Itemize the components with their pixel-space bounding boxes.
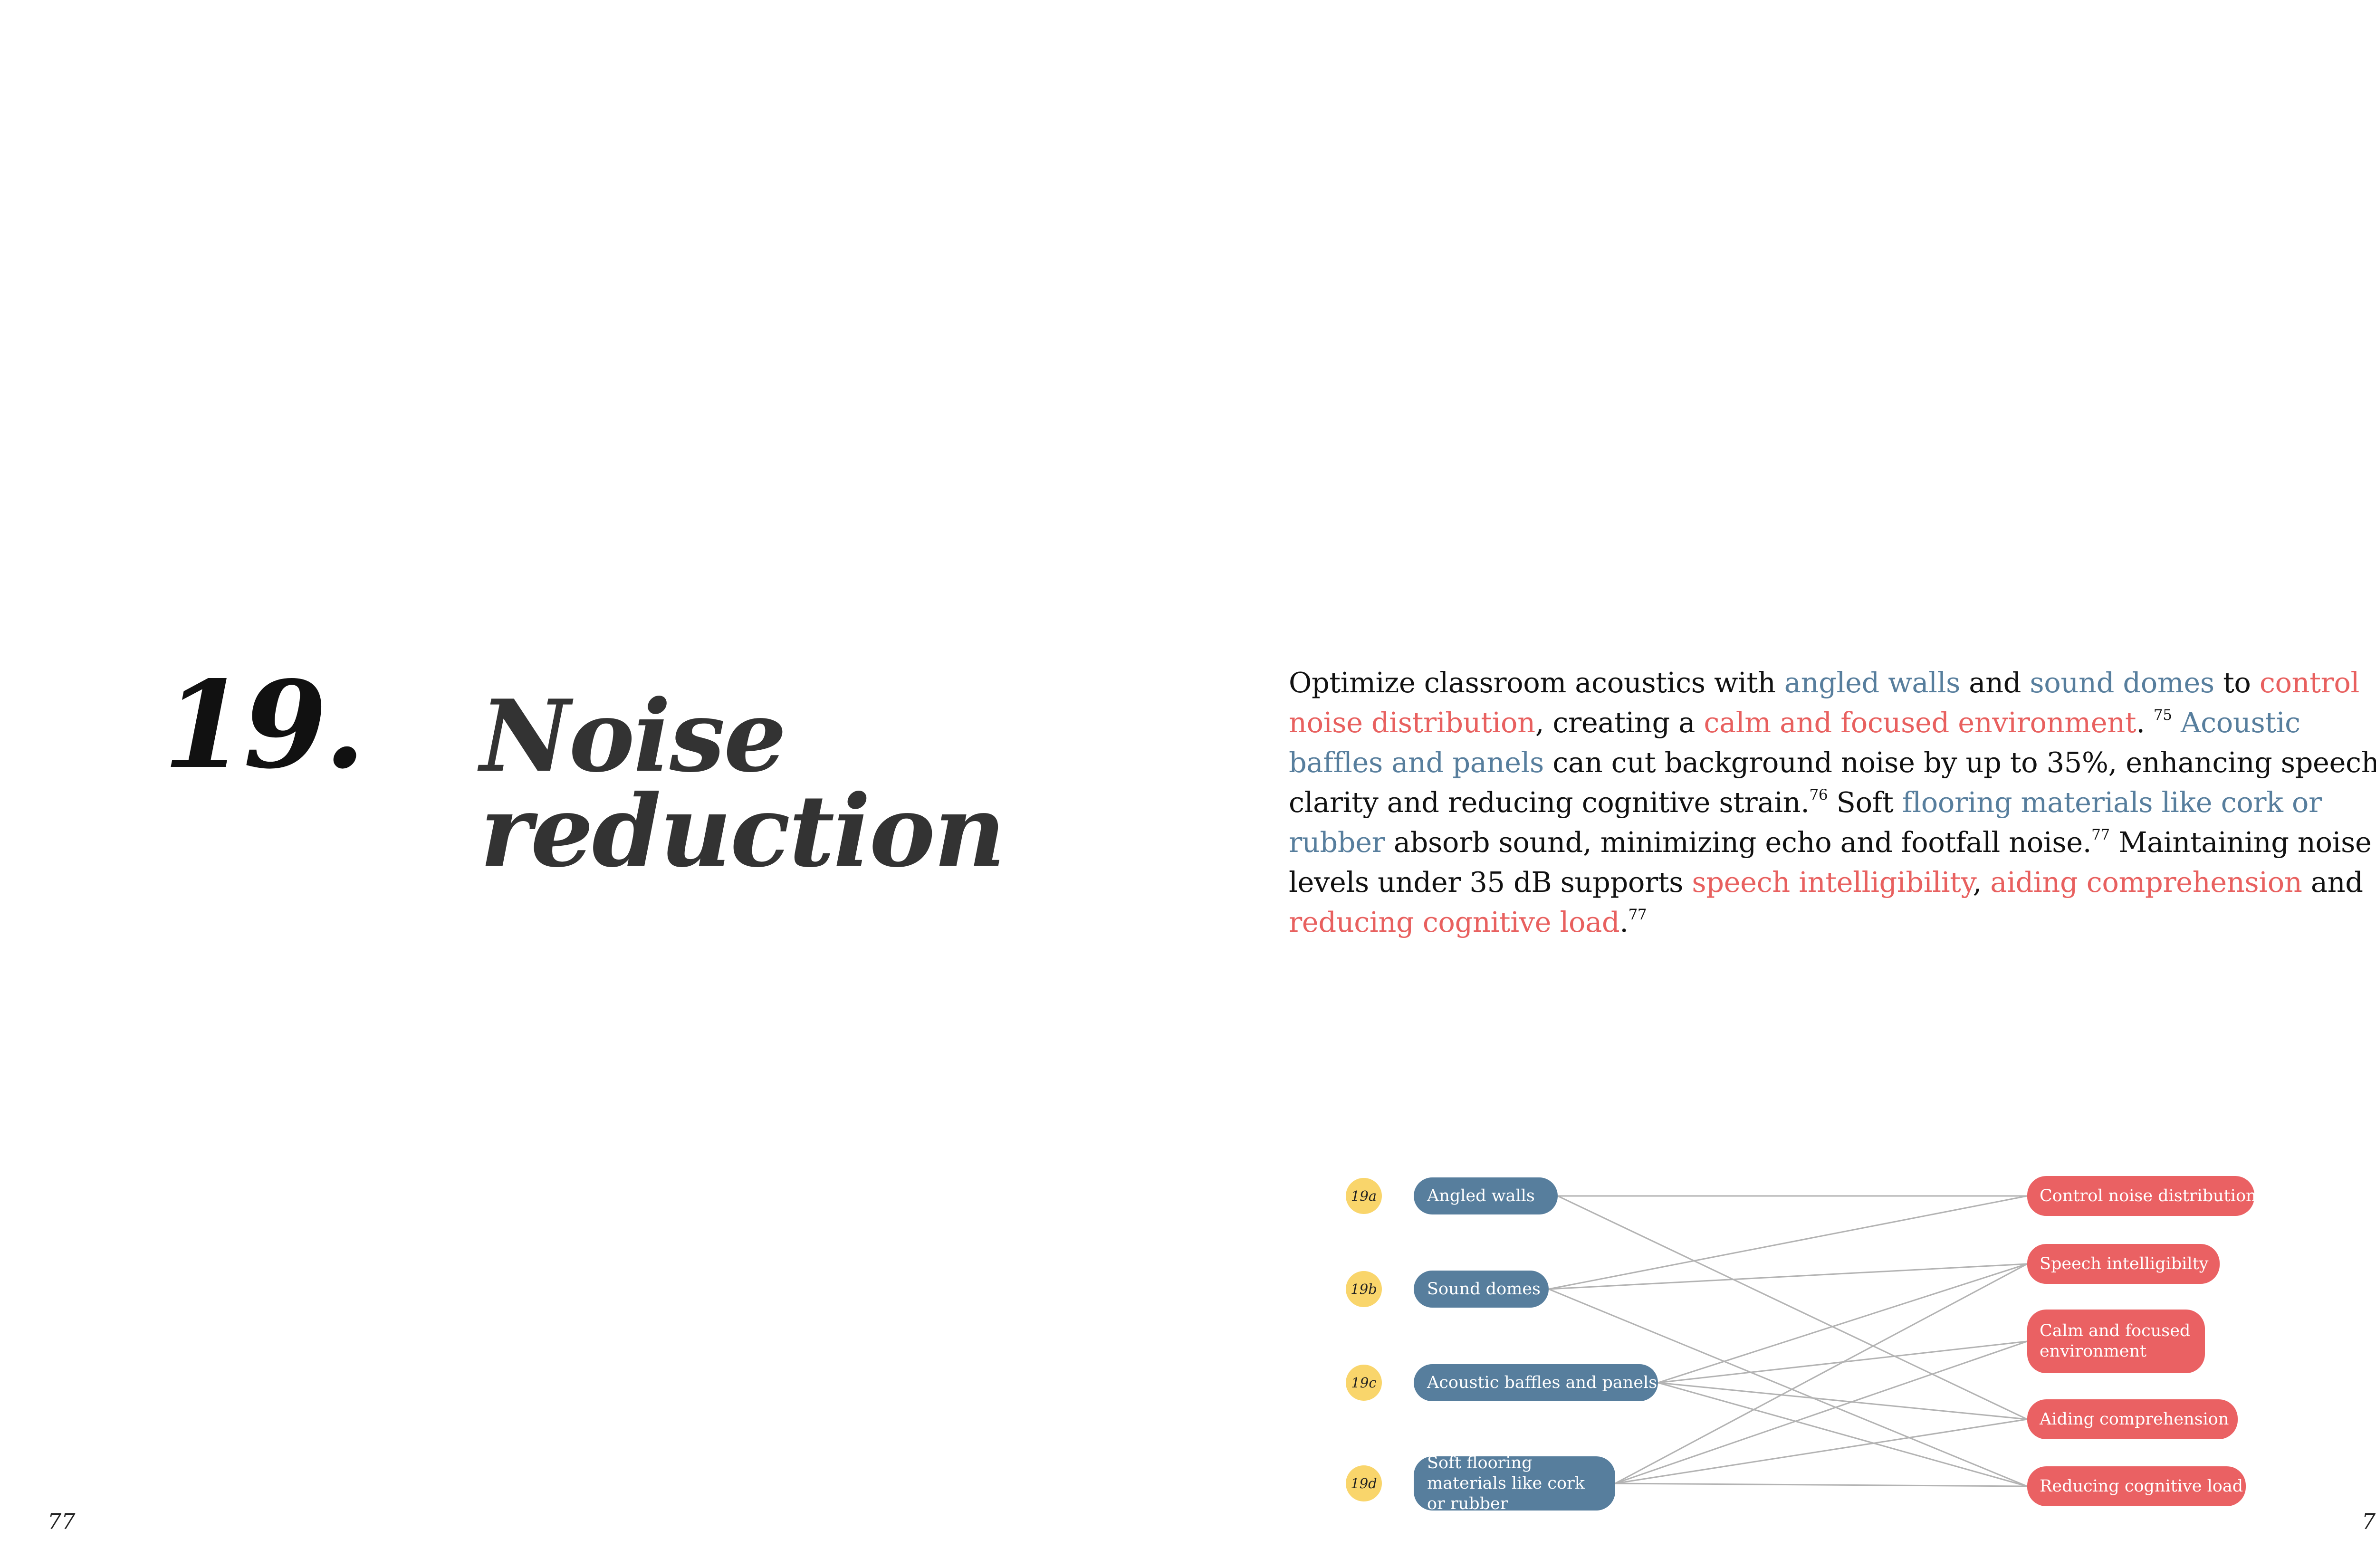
outcome-node-comprehension: Aiding comprehension xyxy=(2027,1399,2238,1439)
link-19d-cognitive xyxy=(1615,1482,2028,1487)
outcome-node-calm: Calm and focused environment xyxy=(2027,1310,2205,1373)
strategy-badge-19a: 19a xyxy=(1346,1178,1382,1214)
link-19c-cognitive xyxy=(1657,1382,2028,1487)
page-number-right: 78 xyxy=(2362,1509,2376,1534)
link-19b-speech xyxy=(1548,1263,2028,1290)
strategy-node-19b: Sound domes xyxy=(1414,1271,1549,1308)
strategy-badge-19d: 19d xyxy=(1346,1465,1382,1501)
outcome-node-control: Control noise distribution xyxy=(2027,1176,2257,1216)
link-19c-speech xyxy=(1657,1263,2028,1384)
diagram-links xyxy=(1548,1195,2028,1487)
strategy-node-19d: Soft flooring materials like cork or rub… xyxy=(1414,1453,1615,1513)
link-19c-comprehension xyxy=(1657,1382,2028,1420)
page-number-left: 77 xyxy=(48,1509,76,1534)
strategy-badge-19b: 19b xyxy=(1346,1271,1382,1307)
strategy-node-19a: Angled walls xyxy=(1414,1177,1558,1214)
strategy-node-19c: Acoustic baffles and panels xyxy=(1414,1364,1658,1401)
strategy-badge-19c: 19c xyxy=(1346,1365,1382,1401)
link-19b-control xyxy=(1548,1195,2028,1290)
link-19d-speech xyxy=(1615,1263,2028,1484)
outcome-node-cognitive: Reducing cognitive load xyxy=(2027,1466,2246,1506)
outcome-node-speech: Speech intelligibilty xyxy=(2027,1244,2220,1284)
link-19d-calm xyxy=(1615,1340,2028,1484)
